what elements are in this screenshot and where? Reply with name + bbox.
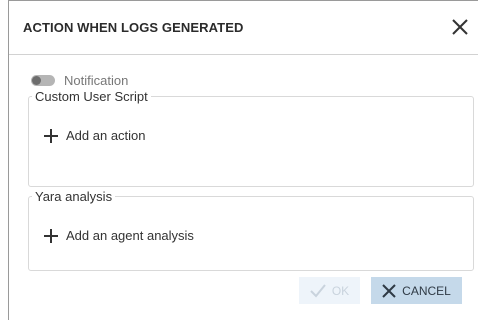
plus-icon	[44, 128, 58, 143]
dialog-title: ACTION WHEN LOGS GENERATED	[23, 20, 244, 35]
add-action-label: Add an action	[66, 128, 146, 143]
dialog-header: ACTION WHEN LOGS GENERATED	[9, 1, 478, 55]
ok-button[interactable]: OK	[299, 277, 360, 304]
add-agent-analysis-label: Add an agent analysis	[66, 228, 194, 243]
check-icon	[310, 283, 326, 297]
notification-label: Notification	[64, 72, 129, 88]
yara-analysis-group: Yara analysis Add an agent analysis	[28, 189, 474, 271]
ok-label: OK	[331, 283, 350, 298]
close-button[interactable]	[446, 13, 474, 41]
cancel-label: CANCEL	[402, 283, 451, 298]
close-icon	[452, 19, 468, 35]
custom-user-script-legend: Custom User Script	[35, 89, 148, 104]
plus-icon	[44, 228, 58, 243]
add-action-button[interactable]: Add an action	[44, 128, 146, 143]
action-dialog: ACTION WHEN LOGS GENERATED Notification …	[8, 0, 478, 320]
toggle-knob	[32, 75, 41, 85]
yara-analysis-legend: Yara analysis	[35, 189, 113, 204]
notification-row: Notification	[31, 72, 128, 88]
close-icon	[382, 283, 396, 298]
cancel-button[interactable]: CANCEL	[371, 277, 462, 304]
custom-user-script-group: Custom User Script Add an action	[28, 89, 474, 187]
notification-toggle[interactable]	[31, 74, 55, 86]
add-agent-analysis-button[interactable]: Add an agent analysis	[44, 228, 194, 243]
